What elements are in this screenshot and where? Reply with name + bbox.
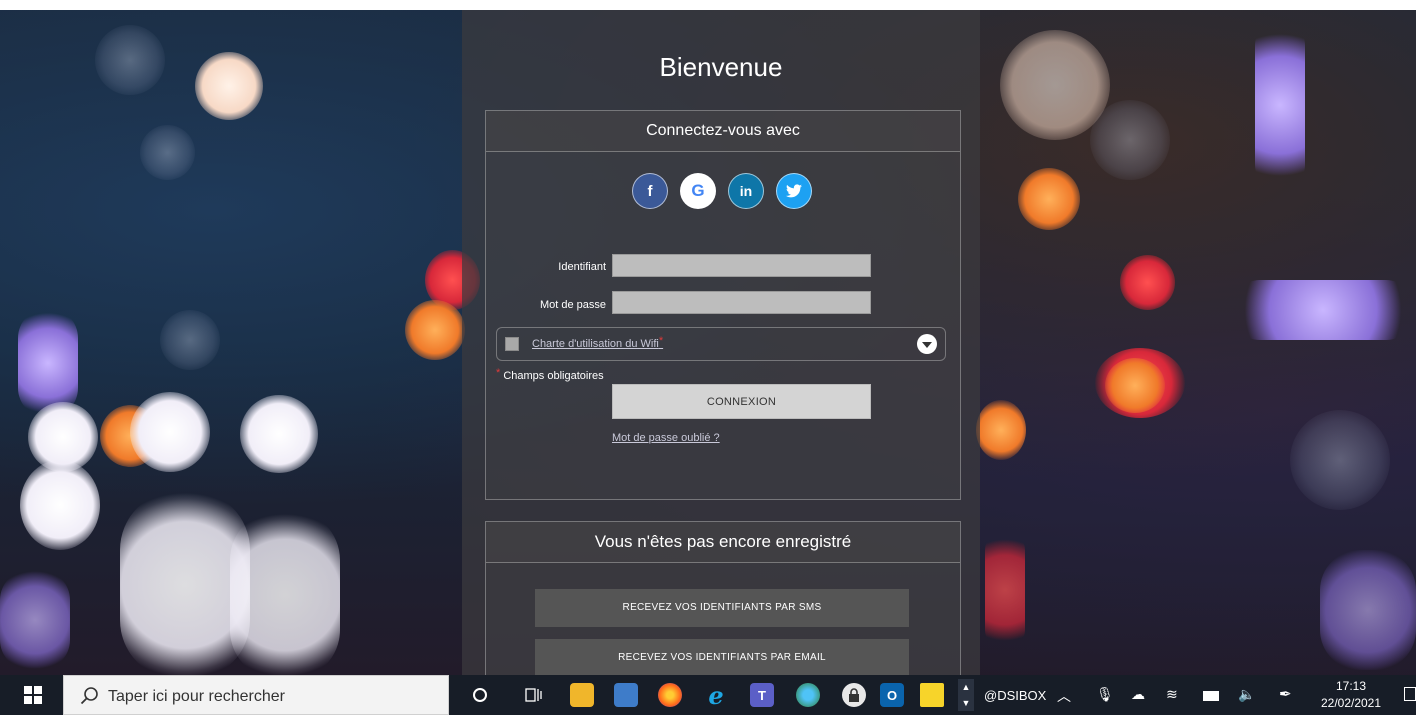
lock-app-icon[interactable]: [842, 683, 866, 707]
wifi-icon[interactable]: ≋: [1166, 686, 1178, 703]
taskbar-clock[interactable]: 17:13 22/02/2021: [1316, 678, 1386, 712]
chevron-down-icon: [922, 342, 932, 348]
twitter-icon[interactable]: [776, 173, 812, 209]
required-star: *: [496, 367, 501, 379]
tray-label: @DSIBOX: [984, 688, 1047, 703]
sms-credentials-button[interactable]: RECEVEZ VOS IDENTIFIANTS PAR SMS: [535, 589, 909, 627]
charter-link[interactable]: Charte d'utilisation du Wifi*: [532, 335, 664, 350]
connect-button[interactable]: CONNEXION: [612, 384, 871, 419]
login-panel: Bienvenue Connectez-vous avec f G in Ide…: [462, 10, 980, 683]
cortana-icon[interactable]: [468, 683, 492, 707]
task-view-icon[interactable]: [522, 683, 546, 707]
microphone-icon[interactable]: 🎙: [1096, 686, 1114, 703]
required-note-text: Champs obligatoires: [503, 370, 604, 382]
facebook-icon[interactable]: f: [632, 173, 668, 209]
file-explorer-icon[interactable]: [570, 683, 594, 707]
password-label: Mot de passe: [539, 299, 606, 311]
required-fields-note: * Champs obligatoires: [496, 367, 604, 382]
firefox-icon[interactable]: [658, 683, 682, 707]
outlook-icon[interactable]: O: [880, 683, 904, 707]
page-title: Bienvenue: [659, 52, 783, 82]
search-icon: [80, 687, 98, 705]
windows-start-icon[interactable]: [24, 686, 42, 704]
cloud-icon[interactable]: ☁: [1131, 686, 1145, 703]
charter-expand-toggle[interactable]: [917, 334, 937, 354]
social-login-group: f G in: [632, 173, 816, 211]
windows-taskbar: Taper ici pour rechercher e T O ▲ ▼ @DSI…: [0, 675, 1416, 715]
clock-date: 22/02/2021: [1320, 696, 1382, 710]
battery-icon[interactable]: [1203, 691, 1219, 701]
wifi-charter-row: Charte d'utilisation du Wifi*: [496, 327, 946, 361]
identifier-label: Identifiant: [558, 261, 606, 273]
pen-icon[interactable]: ✒: [1279, 685, 1292, 703]
teams-icon[interactable]: T: [750, 683, 774, 707]
taskbar-scroll-arrows[interactable]: ▲ ▼: [958, 679, 974, 711]
required-star: *: [658, 335, 664, 347]
notifications-icon[interactable]: [1404, 687, 1416, 701]
chevron-up-icon[interactable]: ︿: [1057, 686, 1071, 706]
email-credentials-button[interactable]: RECEVEZ VOS IDENTIFIANTS PAR EMAIL: [535, 639, 909, 677]
register-card: Vous n'êtes pas encore enregistré RECEVE…: [485, 521, 961, 683]
login-card: Connectez-vous avec f G in Identifiant M…: [485, 110, 961, 500]
linkedin-icon[interactable]: in: [728, 173, 764, 209]
twitter-bird-icon: [786, 184, 802, 198]
register-card-header: Vous n'êtes pas encore enregistré: [486, 522, 960, 563]
charter-checkbox[interactable]: [505, 337, 519, 351]
globe-app-icon[interactable]: [796, 683, 820, 707]
volume-icon[interactable]: 🔈: [1238, 686, 1255, 703]
login-card-header: Connectez-vous avec: [486, 111, 960, 152]
charter-link-text: Charte d'utilisation du Wifi: [532, 338, 659, 350]
taskbar-search-box[interactable]: Taper ici pour rechercher: [63, 675, 449, 715]
password-input[interactable]: [612, 291, 871, 314]
internet-explorer-icon[interactable]: e: [704, 681, 728, 710]
network-app-icon[interactable]: [614, 683, 638, 707]
sticky-notes-icon[interactable]: [920, 683, 944, 707]
forgot-password-link[interactable]: Mot de passe oublié ?: [612, 432, 720, 444]
search-placeholder: Taper ici pour rechercher: [108, 688, 285, 705]
google-icon[interactable]: G: [680, 173, 716, 209]
window-top-strip: [0, 0, 1416, 10]
identifier-input[interactable]: [612, 254, 871, 277]
clock-time: 17:13: [1335, 679, 1367, 693]
